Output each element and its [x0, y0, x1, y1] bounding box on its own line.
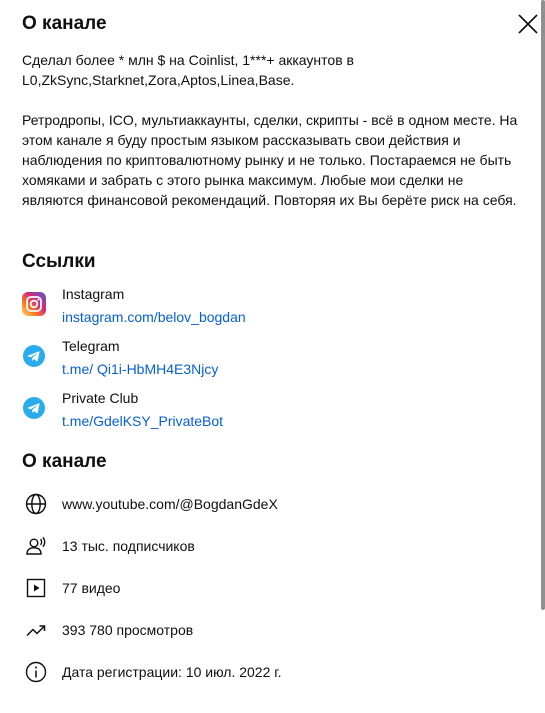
link-item-private-club: Private Club t.me/GdelKSY_PrivateBot	[22, 388, 502, 436]
close-icon	[518, 14, 538, 34]
joined-row: Дата регистрации: 10 июл. 2022 г.	[22, 658, 502, 686]
video-icon	[26, 578, 46, 598]
subscribers-icon	[26, 536, 46, 555]
dialog-title: О канале	[22, 13, 107, 34]
subscriber-count: 13 тыс. подписчиков	[62, 538, 195, 554]
trending-icon	[26, 625, 46, 637]
registration-date: Дата регистрации: 10 июл. 2022 г.	[62, 664, 282, 680]
instagram-icon	[22, 292, 46, 316]
links-heading: Ссылки	[22, 251, 96, 272]
about-channel-dialog: О канале Сделал более * млн $ на Coinlis…	[0, 0, 545, 713]
channel-url[interactable]: www.youtube.com/@BogdanGdeX	[62, 494, 278, 514]
link-title: Telegram	[62, 338, 120, 354]
about-heading: О канале	[22, 451, 107, 472]
telegram-icon	[23, 345, 45, 367]
link-url-instagram[interactable]: instagram.com/belov_bogdan	[62, 307, 246, 327]
link-item-instagram: Instagram instagram.com/belov_bogdan	[22, 284, 502, 332]
link-url-telegram[interactable]: t.me/ Qi1i-HbMH4E3Njcy	[62, 359, 218, 379]
description-paragraph: Сделал более * млн $ на Coinlist, 1***+ …	[22, 52, 354, 88]
subscribers-row: 13 тыс. подписчиков	[22, 532, 502, 560]
videos-row: 77 видео	[22, 574, 502, 602]
video-count: 77 видео	[62, 580, 121, 596]
scrollbar[interactable]	[541, 0, 545, 610]
link-title: Private Club	[62, 390, 139, 406]
info-icon	[25, 661, 47, 683]
telegram-icon	[23, 397, 45, 419]
channel-description: Сделал более * млн $ на Coinlist, 1***+ …	[22, 50, 527, 230]
link-item-telegram: Telegram t.me/ Qi1i-HbMH4E3Njcy	[22, 336, 502, 384]
globe-icon	[25, 493, 47, 515]
description-paragraph: Ретродропы, ICO, мультиаккаунты, сделки,…	[22, 112, 518, 208]
close-button[interactable]	[510, 6, 545, 42]
views-row: 393 780 просмотров	[22, 616, 502, 644]
link-title: Instagram	[62, 286, 125, 302]
channel-url-row: www.youtube.com/@BogdanGdeX	[22, 490, 502, 518]
link-url-private-club[interactable]: t.me/GdelKSY_PrivateBot	[62, 411, 223, 431]
view-count: 393 780 просмотров	[62, 622, 194, 638]
